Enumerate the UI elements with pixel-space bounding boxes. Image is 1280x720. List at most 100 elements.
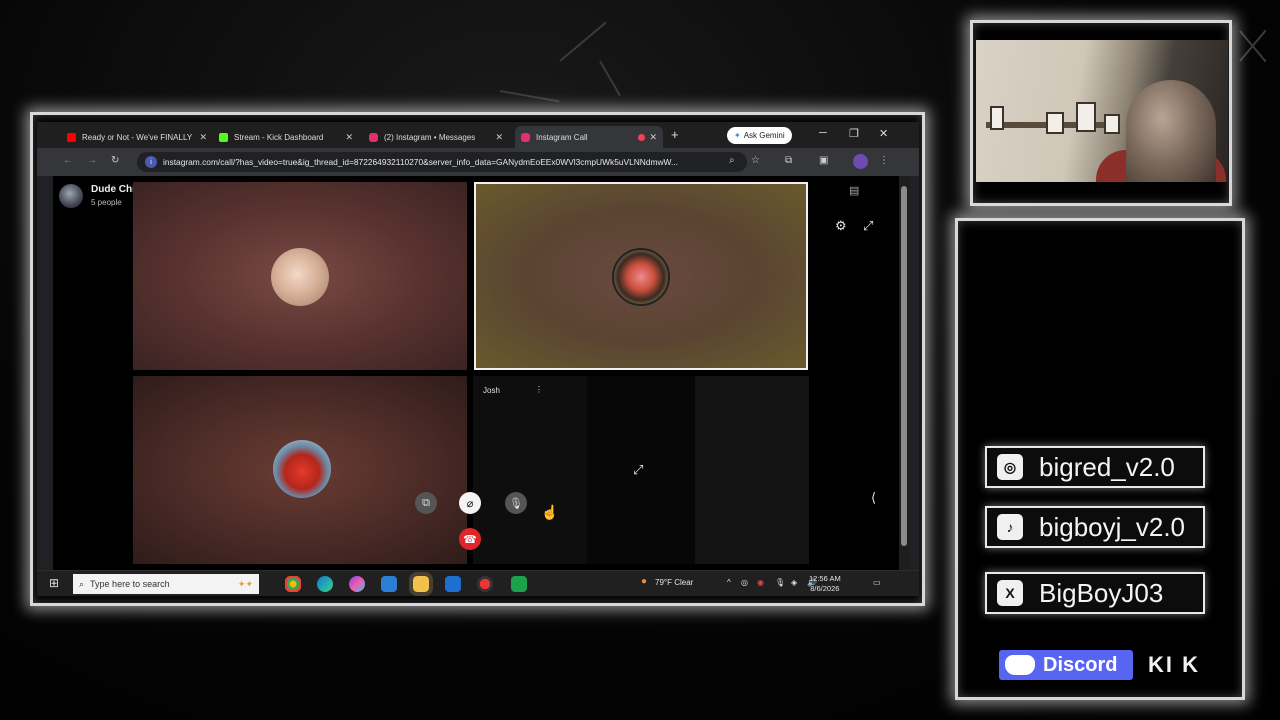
tray-app-icon[interactable]: ◎ — [741, 578, 748, 587]
tab-label: Instagram Call — [536, 132, 588, 142]
participant-tile-josh[interactable]: Josh ⋮ — [473, 376, 587, 564]
clock-date: 8/6/2026 — [810, 584, 840, 593]
desktop-capture: Ready or Not - We've FINALLY ✕ Stream - … — [37, 122, 919, 596]
store-icon[interactable] — [445, 576, 461, 592]
tab-instagram-call[interactable]: Instagram Call ✕ — [515, 126, 663, 148]
taskbar-search-box[interactable]: ⌕ Type here to search ✦✦ — [73, 574, 259, 594]
photo-frame — [1046, 112, 1064, 134]
tab-label: Stream - Kick Dashboard — [234, 132, 324, 142]
mail-icon[interactable] — [381, 576, 397, 592]
instagram-handle-text: bigred_v2.0 — [1039, 451, 1175, 482]
sidebar-icon[interactable]: ▣ — [819, 155, 828, 166]
chrome-icon[interactable] — [285, 576, 301, 592]
layout-icon[interactable]: ▤ — [849, 184, 859, 197]
recording-icon — [638, 133, 645, 141]
url-text: instagram.com/call/?has_video=true&ig_th… — [163, 157, 678, 167]
search-placeholder: Type here to search — [90, 579, 170, 589]
streamer — [1126, 80, 1216, 182]
windows-start-icon[interactable]: ⊞ — [49, 576, 59, 590]
browser-tab-bar: Ready or Not - We've FINALLY ✕ Stream - … — [37, 122, 919, 148]
browser-toolbar: ← → ↻ i instagram.com/call/?has_video=tr… — [37, 148, 919, 176]
tab-youtube[interactable]: Ready or Not - We've FINALLY ✕ — [61, 126, 213, 148]
new-tab-button[interactable]: + — [671, 127, 679, 142]
file-explorer-icon[interactable] — [409, 572, 433, 596]
x-handle-text: BigBoyJ03 — [1039, 577, 1164, 608]
hex-decoration — [559, 21, 607, 62]
discord-label: Discord — [1043, 653, 1118, 676]
copilot-icon[interactable] — [349, 576, 365, 592]
instagram-call-page: Dude Chill Just Chill 5 people Josh ⋮ ⤢ — [53, 176, 899, 570]
close-tab-icon[interactable]: ✕ — [199, 132, 207, 143]
fullscreen-icon[interactable]: ⤢ — [863, 218, 873, 234]
hand-cursor-icon: ☝ — [541, 504, 559, 520]
minimize-button[interactable]: ─ — [819, 127, 827, 139]
more-options-icon[interactable]: ⋮ — [535, 385, 543, 394]
tiktok-handle: ♪ bigboyj_v2.0 — [985, 506, 1205, 548]
bookmark-star-icon[interactable]: ☆ — [751, 155, 760, 166]
instagram-icon: ◎ — [997, 454, 1023, 480]
site-info-icon[interactable]: i — [145, 156, 157, 168]
tab-label: Ready or Not - We've FINALLY — [82, 132, 193, 142]
forward-icon[interactable]: → — [87, 155, 97, 166]
close-tab-icon[interactable]: ✕ — [495, 132, 503, 143]
instagram-handle: ◎ bigred_v2.0 — [985, 446, 1205, 488]
photo-frame — [990, 106, 1004, 130]
youtube-icon — [67, 132, 76, 142]
member-count: 5 people — [91, 198, 122, 207]
tray-overflow-icon[interactable]: ^ — [727, 578, 731, 587]
participant-tile-active[interactable] — [474, 182, 808, 370]
camera-toggle-button[interactable]: ⌀ — [459, 492, 481, 514]
close-tab-icon[interactable]: ✕ — [649, 132, 657, 143]
back-icon[interactable]: ← — [63, 155, 73, 166]
windows-taskbar: ⊞ ⌕ Type here to search ✦✦ ● 79°F Clear … — [37, 570, 919, 596]
video-tile-empty: ⤢ — [587, 376, 695, 564]
close-window-button[interactable]: ✕ — [879, 127, 888, 140]
restore-button[interactable]: ❐ — [849, 127, 859, 140]
reload-icon[interactable]: ↻ — [111, 155, 119, 166]
tray-obs-icon[interactable]: ◉ — [757, 578, 764, 587]
extensions-icon[interactable]: ⧉ — [785, 155, 792, 166]
ask-gemini-button[interactable]: ✦ Ask Gemini — [727, 127, 792, 144]
obs-icon[interactable] — [477, 576, 493, 592]
expand-icon[interactable]: ⤢ — [633, 462, 643, 478]
network-icon[interactable]: ◈ — [791, 578, 797, 587]
search-icon: ⌕ — [79, 578, 85, 589]
photo-frame — [1076, 102, 1096, 132]
screen-share-icon: ⧉ — [422, 496, 430, 509]
mic-toggle-button[interactable]: 🎙 — [505, 492, 527, 514]
xbox-icon[interactable] — [511, 576, 527, 592]
screen-share-button[interactable]: ⧉ — [415, 492, 437, 514]
scroll-thumb[interactable] — [901, 186, 907, 546]
hex-decoration — [499, 90, 560, 103]
weather-icon: ● — [641, 576, 648, 587]
zoom-icon[interactable]: ⌕ — [729, 155, 735, 166]
weather-text[interactable]: 79°F Clear — [655, 578, 693, 587]
edge-icon[interactable] — [317, 576, 333, 592]
profile-avatar[interactable] — [853, 154, 868, 169]
tray-mic-icon[interactable]: 🎙 — [775, 578, 785, 587]
x-handle: X BigBoyJ03 — [985, 572, 1205, 614]
participant-avatar — [271, 248, 329, 306]
participant-avatar — [273, 440, 331, 498]
group-avatar[interactable] — [59, 184, 83, 208]
end-call-button[interactable]: ☎ — [459, 528, 481, 550]
participant-name: Josh — [483, 386, 500, 395]
page-scrollbar[interactable] — [899, 176, 909, 570]
hex-decoration — [599, 60, 621, 97]
tab-kick-dashboard[interactable]: Stream - Kick Dashboard ✕ — [213, 126, 359, 148]
camera-off-icon: ⌀ — [466, 497, 474, 510]
instagram-icon — [521, 132, 530, 142]
taskbar-clock[interactable]: 12:56 AM 8/6/2026 — [809, 574, 841, 594]
microphone-icon: 🎙 — [509, 497, 523, 510]
menu-dots-icon[interactable]: ⋮ — [879, 155, 889, 166]
notifications-icon[interactable]: ▭ — [873, 578, 881, 587]
close-tab-icon[interactable]: ✕ — [345, 132, 353, 143]
address-bar[interactable]: i instagram.com/call/?has_video=true&ig_… — [137, 152, 747, 172]
collapse-panel-icon[interactable]: ⟨ — [871, 490, 876, 506]
x-icon: X — [997, 580, 1023, 606]
video-tile-empty — [695, 376, 809, 564]
participant-tile[interactable] — [133, 182, 467, 370]
gear-icon[interactable]: ⚙ — [835, 218, 847, 234]
tab-instagram-messages[interactable]: (2) Instagram • Messages ✕ — [363, 126, 509, 148]
participant-tile[interactable] — [133, 376, 467, 564]
